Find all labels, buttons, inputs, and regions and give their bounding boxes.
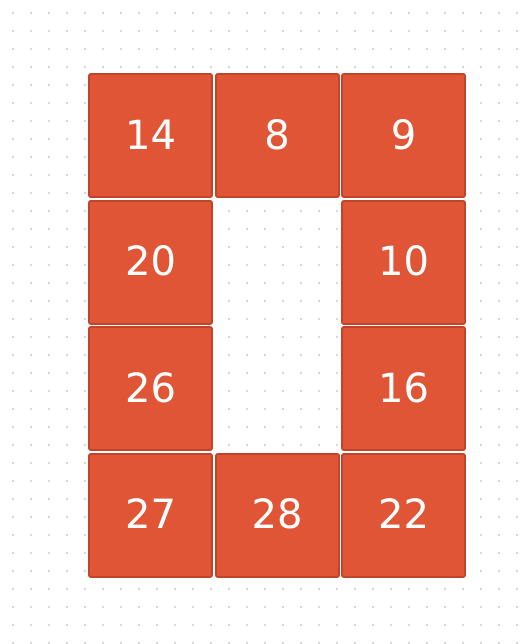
tile-r1-c3[interactable]: 9 — [341, 73, 466, 198]
tile-r4-c1[interactable]: 27 — [88, 452, 213, 578]
tile-r1-c1[interactable]: 14 — [88, 73, 213, 198]
tile-value: 10 — [378, 239, 429, 285]
tile-r2-c3[interactable]: 10 — [341, 199, 466, 325]
empty-cell-r3-c2 — [215, 326, 340, 451]
tile-value: 28 — [251, 492, 303, 538]
tile-r3-c3[interactable]: 16 — [341, 326, 466, 451]
tile-value: 20 — [125, 239, 176, 285]
tile-r4-c3[interactable]: 22 — [341, 452, 466, 578]
empty-cell-r2-c2 — [215, 200, 340, 325]
tile-r2-c1[interactable]: 20 — [88, 199, 213, 325]
tile-value: 14 — [125, 112, 176, 159]
tile-r1-c2[interactable]: 8 — [214, 73, 340, 198]
tile-value: 9 — [390, 112, 417, 159]
tile-board: 14 8 9 20 10 26 16 27 28 22 — [88, 73, 466, 578]
tile-value: 8 — [264, 112, 290, 159]
tile-value: 16 — [378, 365, 429, 412]
tile-value: 27 — [125, 492, 176, 538]
tile-value: 22 — [378, 492, 429, 538]
tile-r4-c2[interactable]: 28 — [214, 452, 340, 578]
tile-value: 26 — [125, 365, 176, 412]
tile-r3-c1[interactable]: 26 — [88, 326, 213, 451]
